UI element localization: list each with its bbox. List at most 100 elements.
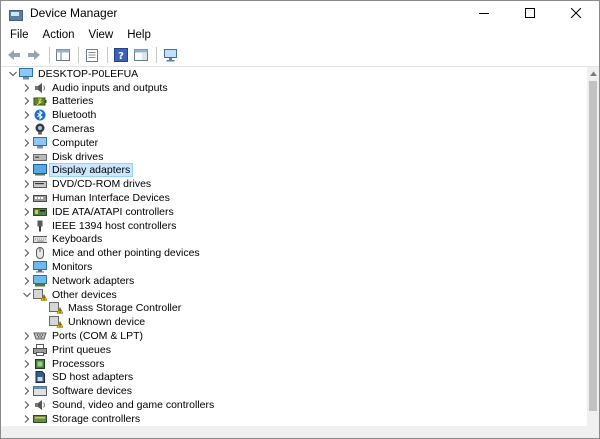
menu-action[interactable]: Action xyxy=(36,29,82,41)
chevron-right-icon[interactable] xyxy=(21,358,33,370)
mouse-icon xyxy=(33,247,47,260)
tree-item-sound-video-and-game-controllers[interactable]: Sound, video and game controllers xyxy=(1,398,587,412)
device-tree[interactable]: DESKTOP-P0LEFUA Audio inputs and outputs… xyxy=(1,67,587,426)
menu-help[interactable]: Help xyxy=(120,29,158,41)
chevron-right-icon[interactable] xyxy=(21,220,33,232)
tree-item-dvd-cd-rom-drives[interactable]: DVD/CD-ROM drives xyxy=(1,177,587,191)
chevron-right-icon[interactable] xyxy=(21,233,33,245)
tree-item-human-interface-devices[interactable]: Human Interface Devices xyxy=(1,191,587,205)
scan-hardware-button[interactable] xyxy=(161,46,179,64)
show-hide-console-tree-button[interactable] xyxy=(54,46,72,64)
properties-icon xyxy=(86,48,98,62)
help-button[interactable]: ? xyxy=(112,46,130,64)
toolbar-separator xyxy=(156,47,157,63)
disk-drive-icon xyxy=(33,151,47,163)
tree-item-mass-storage-controller[interactable]: Mass Storage Controller xyxy=(1,302,587,316)
tree-item-disk-drives[interactable]: Disk drives xyxy=(1,150,587,164)
tree-item-label: Disk drives xyxy=(52,150,104,163)
scroll-up-icon[interactable] xyxy=(587,67,599,79)
chevron-right-icon[interactable] xyxy=(21,247,33,259)
toolbar-separator xyxy=(78,47,79,63)
toolbar-separator xyxy=(49,47,50,63)
chevron-right-icon[interactable] xyxy=(21,164,33,176)
tree-item-computer[interactable]: Computer xyxy=(1,136,587,150)
warning-device-icon xyxy=(49,302,63,315)
console-tree-icon xyxy=(56,49,70,61)
forward-arrow-icon xyxy=(28,50,40,60)
chevron-right-icon[interactable] xyxy=(21,82,33,94)
action-pane-button[interactable] xyxy=(132,46,150,64)
tree-item-bluetooth[interactable]: Bluetooth xyxy=(1,108,587,122)
display-adapter-icon xyxy=(33,164,47,176)
tree-item-label: Network adapters xyxy=(52,274,135,287)
horizontal-scrollbar[interactable] xyxy=(1,426,587,438)
chevron-right-icon[interactable] xyxy=(21,344,33,356)
menu-view[interactable]: View xyxy=(82,29,121,41)
back-button[interactable] xyxy=(5,46,23,64)
chevron-right-icon[interactable] xyxy=(21,385,33,397)
svg-text:?: ? xyxy=(118,51,124,62)
menu-bar: File Action View Help xyxy=(1,25,599,44)
maximize-icon xyxy=(525,8,535,18)
tree-item-cameras[interactable]: Cameras xyxy=(1,122,587,136)
tree-item-ide-ata-atapi-controllers[interactable]: IDE ATA/ATAPI controllers xyxy=(1,205,587,219)
tree-item-display-adapters[interactable]: Display adapters xyxy=(1,163,587,178)
properties-button[interactable] xyxy=(83,46,101,64)
tree-item-audio-inputs-and-outputs[interactable]: Audio inputs and outputs xyxy=(1,81,587,95)
chevron-right-icon[interactable] xyxy=(21,399,33,411)
tree-item-network-adapters[interactable]: Network adapters xyxy=(1,274,587,288)
chevron-right-icon[interactable] xyxy=(21,178,33,190)
hid-icon xyxy=(33,192,47,204)
warning-device-icon xyxy=(49,316,63,329)
tree-item-processors[interactable]: Processors xyxy=(1,357,587,371)
tree-item-storage-controllers[interactable]: Storage controllers xyxy=(1,412,587,426)
chevron-right-icon[interactable] xyxy=(21,330,33,342)
tree-item-keyboards[interactable]: Keyboards xyxy=(1,233,587,247)
menu-file[interactable]: File xyxy=(3,29,36,41)
scrollbar-corner xyxy=(587,426,599,438)
forward-button[interactable] xyxy=(25,46,43,64)
tree-item-label: Computer xyxy=(52,136,99,149)
tree-root[interactable]: DESKTOP-P0LEFUA xyxy=(1,67,587,81)
tree-item-ieee-1394-host-controllers[interactable]: IEEE 1394 host controllers xyxy=(1,219,587,233)
tree-item-other-devices[interactable]: Other devices xyxy=(1,288,587,302)
title-bar[interactable]: Device Manager xyxy=(1,1,599,25)
tree-item-unknown-device[interactable]: Unknown device xyxy=(1,315,587,329)
tree-item-software-devices[interactable]: Software devices xyxy=(1,384,587,398)
chevron-down-icon[interactable] xyxy=(21,289,33,301)
chevron-right-icon[interactable] xyxy=(21,261,33,273)
scrollbar-thumb[interactable] xyxy=(589,81,597,411)
vertical-scrollbar[interactable] xyxy=(587,67,599,426)
chevron-down-icon[interactable] xyxy=(7,68,19,80)
processor-icon xyxy=(33,358,47,370)
tree-item-label: Human Interface Devices xyxy=(52,192,170,205)
minimize-button[interactable] xyxy=(461,1,507,25)
bluetooth-icon xyxy=(33,109,47,121)
network-adapter-icon xyxy=(33,274,47,287)
tree-item-label: Cameras xyxy=(52,123,95,136)
chevron-right-icon[interactable] xyxy=(21,413,33,425)
chevron-right-icon[interactable] xyxy=(21,151,33,163)
tree-item-label: IDE ATA/ATAPI controllers xyxy=(52,205,174,218)
chevron-right-icon[interactable] xyxy=(21,95,33,107)
tree-item-sd-host-adapters[interactable]: SD host adapters xyxy=(1,371,587,385)
close-button[interactable] xyxy=(553,1,599,25)
chevron-right-icon[interactable] xyxy=(21,109,33,121)
tree-item-monitors[interactable]: Monitors xyxy=(1,260,587,274)
tree-item-label: Monitors xyxy=(52,261,93,274)
chevron-right-icon[interactable] xyxy=(21,123,33,135)
tree-item-ports-com-lpt[interactable]: Ports (COM & LPT) xyxy=(1,329,587,343)
camera-icon xyxy=(33,123,47,135)
chevron-right-icon[interactable] xyxy=(21,275,33,287)
tree-item-batteries[interactable]: Batteries xyxy=(1,95,587,109)
speaker-icon xyxy=(33,82,47,94)
chevron-right-icon[interactable] xyxy=(21,137,33,149)
toolbar: ? xyxy=(1,44,599,67)
chevron-right-icon[interactable] xyxy=(21,206,33,218)
maximize-button[interactable] xyxy=(507,1,553,25)
chevron-right-icon[interactable] xyxy=(21,192,33,204)
warning-device-icon xyxy=(33,288,47,301)
tree-item-mice-and-other-pointing-devices[interactable]: Mice and other pointing devices xyxy=(1,246,587,260)
tree-item-print-queues[interactable]: Print queues xyxy=(1,343,587,357)
chevron-right-icon[interactable] xyxy=(21,371,33,383)
